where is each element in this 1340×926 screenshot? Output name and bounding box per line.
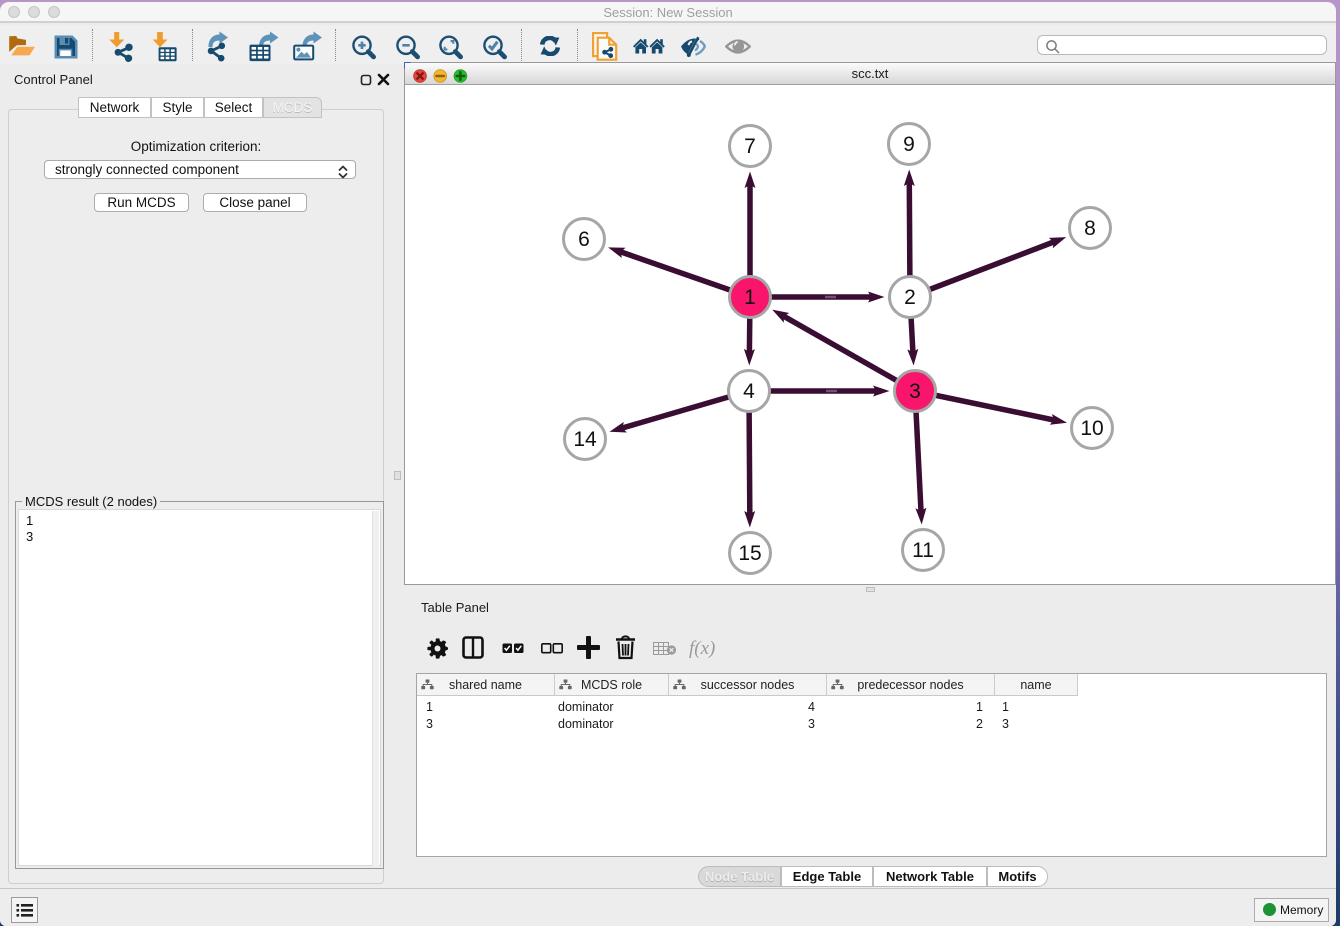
- svg-text:9: 9: [903, 133, 915, 156]
- svg-text:4: 4: [743, 380, 755, 403]
- svg-text:2: 2: [904, 286, 916, 309]
- svg-text:3: 3: [909, 380, 921, 403]
- svg-text:14: 14: [573, 428, 597, 451]
- svg-text:11: 11: [912, 539, 934, 562]
- svg-text:8: 8: [1084, 217, 1096, 240]
- svg-text:15: 15: [738, 542, 761, 565]
- svg-text:1: 1: [744, 286, 756, 309]
- svg-text:10: 10: [1080, 417, 1103, 440]
- svg-text:6: 6: [578, 228, 590, 251]
- svg-text:7: 7: [744, 135, 756, 158]
